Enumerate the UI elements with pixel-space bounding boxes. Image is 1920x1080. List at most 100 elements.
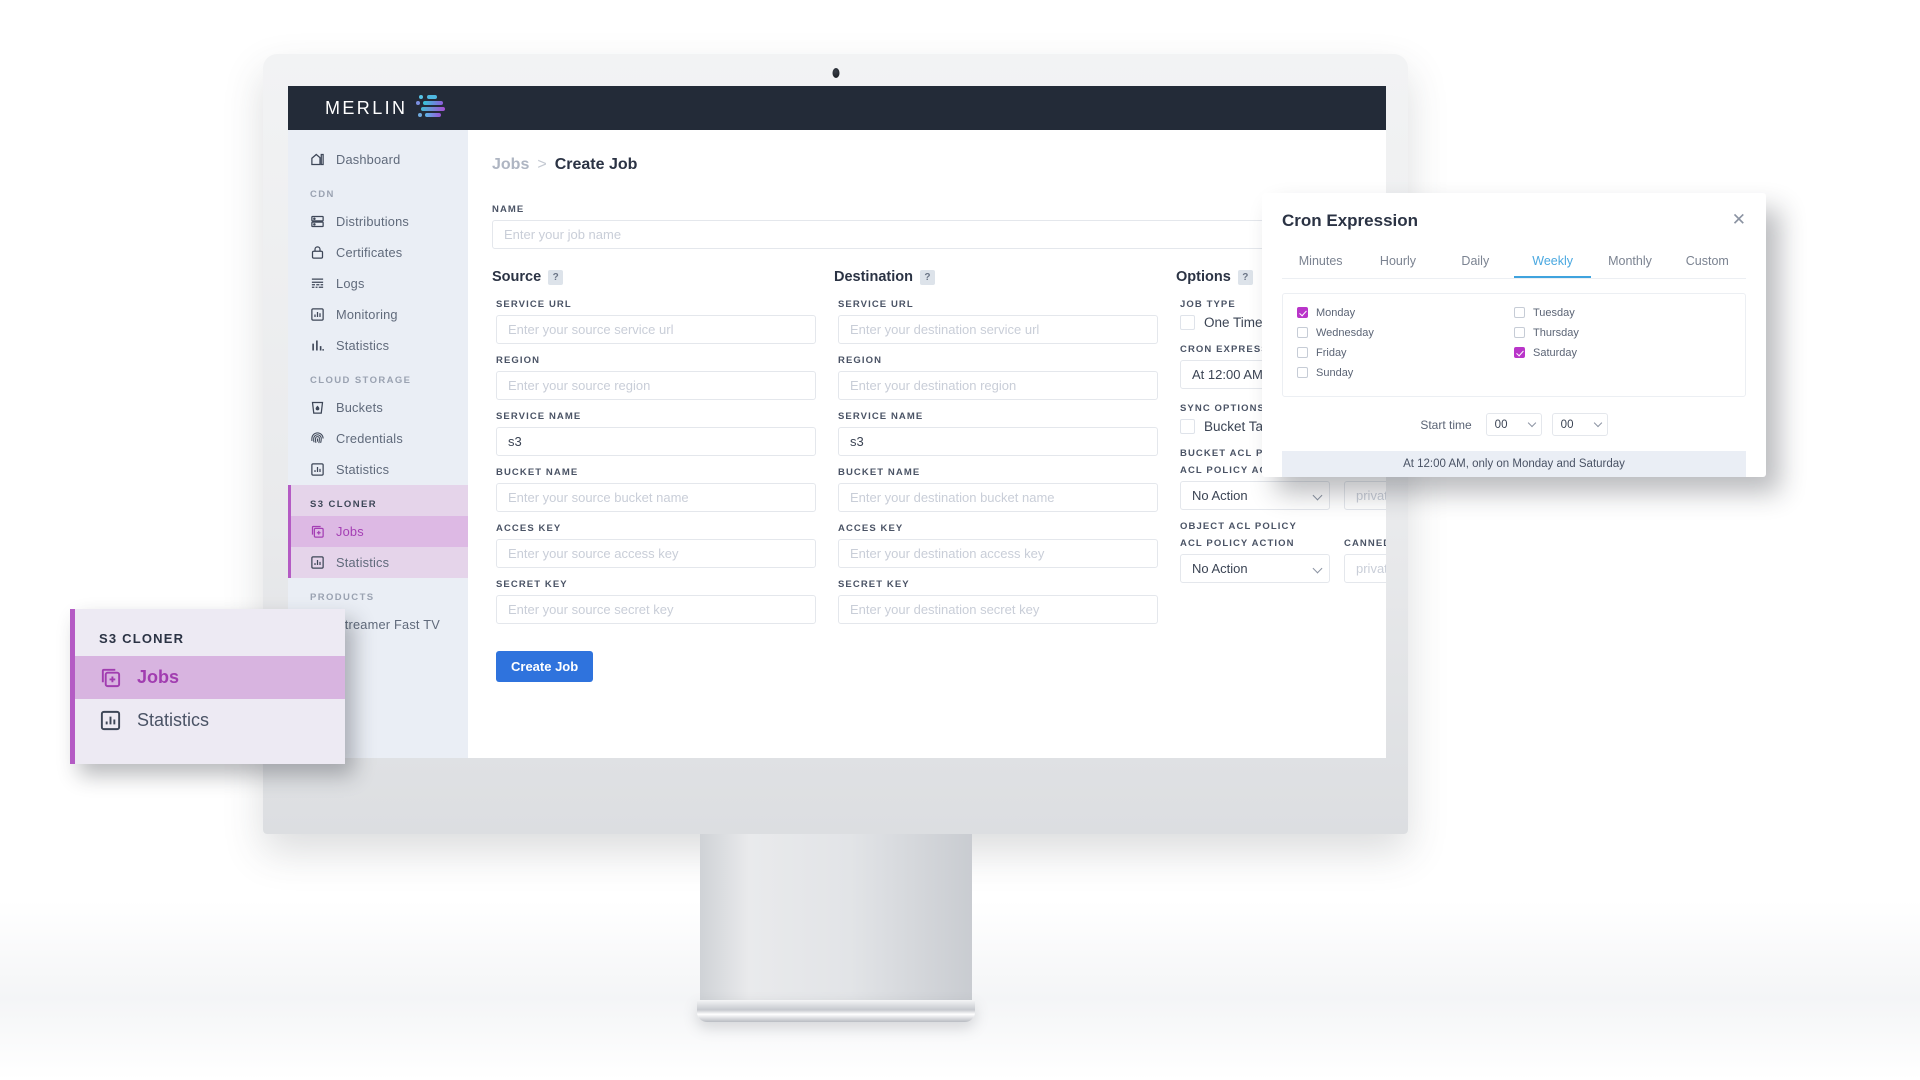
tab-daily[interactable]: Daily <box>1437 249 1514 278</box>
source-bucket-name-input[interactable] <box>496 483 816 512</box>
tab-monthly[interactable]: Monthly <box>1591 249 1668 278</box>
sidebar-item-statistics-storage[interactable]: Statistics <box>288 454 468 485</box>
destination-service-url-input[interactable] <box>838 315 1158 344</box>
chart-box-icon <box>310 462 325 477</box>
sidebar-item-logs[interactable]: Logs <box>288 268 468 299</box>
main-content: Jobs > Create Job NAME Source ? <box>468 130 1386 758</box>
jobs-icon <box>310 524 325 539</box>
one-time-checkbox[interactable] <box>1180 315 1195 330</box>
day-tuesday[interactable]: Tuesday <box>1514 304 1731 321</box>
sidebar-group-title: PRODUCTS <box>310 592 375 603</box>
source-title: Source <box>492 269 542 285</box>
sidebar-item-buckets[interactable]: Buckets <box>288 392 468 423</box>
cron-modal-title: Cron Expression <box>1282 211 1419 230</box>
monday-checkbox[interactable] <box>1297 307 1308 318</box>
bucket-acl-action-select-wrap[interactable]: No Action <box>1180 481 1330 510</box>
saturday-checkbox[interactable] <box>1514 347 1525 358</box>
app-body: Dashboard CDN Distributions Certificates… <box>288 130 1386 758</box>
bucket-canned-acl-input[interactable] <box>1344 481 1386 510</box>
tuesday-checkbox[interactable] <box>1514 307 1525 318</box>
sidebar-group-s3-cloner: S3 CLONER Jobs Statistics <box>288 485 468 578</box>
destination-bucket-name-field: BUCKET NAME <box>834 467 1158 512</box>
sidebar-item-distributions[interactable]: Distributions <box>288 206 468 237</box>
tab-hourly[interactable]: Hourly <box>1359 249 1436 278</box>
minute-select-wrap[interactable]: 00 <box>1551 413 1608 436</box>
source-region-input[interactable] <box>496 371 816 400</box>
thursday-checkbox[interactable] <box>1514 327 1525 338</box>
bucket-tagging-checkbox[interactable] <box>1180 419 1195 434</box>
breadcrumb: Jobs > Create Job <box>492 156 1386 174</box>
tab-minutes[interactable]: Minutes <box>1282 249 1359 278</box>
destination-region-input[interactable] <box>838 371 1158 400</box>
help-icon[interactable]: ? <box>919 269 935 285</box>
destination-secret-key-input[interactable] <box>838 595 1158 624</box>
destination-access-key-input[interactable] <box>838 539 1158 568</box>
sidebar-item-credentials[interactable]: Credentials <box>288 423 468 454</box>
sidebar-item-certificates[interactable]: Certificates <box>288 237 468 268</box>
friday-checkbox[interactable] <box>1297 347 1308 358</box>
help-icon[interactable]: ? <box>1237 269 1253 285</box>
help-icon[interactable]: ? <box>548 269 564 285</box>
sidebar-label: Monitoring <box>336 307 398 322</box>
create-job-button[interactable]: Create Job <box>496 651 594 682</box>
day-thursday[interactable]: Thursday <box>1514 324 1731 341</box>
object-acl-action-select-wrap[interactable]: No Action <box>1180 554 1330 583</box>
options-title: Options <box>1176 269 1231 285</box>
sunday-checkbox[interactable] <box>1297 367 1308 378</box>
sidebar-label: Statistics <box>336 338 390 353</box>
page-title: Create Job <box>554 156 638 173</box>
source-access-key-input[interactable] <box>496 539 816 568</box>
brand-logo[interactable]: MERLIN <box>325 93 447 123</box>
brand-mark-icon <box>411 93 447 123</box>
monitor-stand-neck <box>700 834 972 1016</box>
cron-summary: At 12:00 AM, only on Monday and Saturday <box>1282 451 1746 477</box>
field-label: BUCKET NAME <box>838 467 921 478</box>
field-label: SERVICE URL <box>496 299 572 310</box>
field-label: SERVICE NAME <box>496 411 582 422</box>
day-label: Sunday <box>1316 366 1354 379</box>
sidebar-group-title: CLOUD STORAGE <box>310 375 412 386</box>
screenshot-root: MERLIN Dashboard CDN Distributions Certi… <box>0 0 1920 1080</box>
destination-service-name-input[interactable] <box>838 427 1158 456</box>
day-sunday[interactable]: Sunday <box>1297 364 1514 381</box>
sidebar-item-monitoring[interactable]: Monitoring <box>288 299 468 330</box>
destination-bucket-name-input[interactable] <box>838 483 1158 512</box>
sidebar-item-statistics-cdn[interactable]: Statistics <box>288 330 468 361</box>
day-label: Friday <box>1316 346 1347 359</box>
sidebar-label: Logs <box>336 276 365 291</box>
destination-column: Destination ? SERVICE URL REGION <box>834 269 1158 682</box>
sidebar-label: Credentials <box>336 431 403 446</box>
day-wednesday[interactable]: Wednesday <box>1297 324 1514 341</box>
object-acl-action-select[interactable]: No Action <box>1180 554 1330 583</box>
day-label: Saturday <box>1533 346 1578 359</box>
tab-custom[interactable]: Custom <box>1669 249 1746 278</box>
bucket-acl-action-select[interactable]: No Action <box>1180 481 1330 510</box>
logs-icon <box>310 276 325 291</box>
callout-item-statistics[interactable]: Statistics <box>75 699 345 742</box>
wednesday-checkbox[interactable] <box>1297 327 1308 338</box>
day-friday[interactable]: Friday <box>1297 344 1514 361</box>
close-icon[interactable]: ✕ <box>1732 211 1746 228</box>
breadcrumb-parent[interactable]: Jobs <box>492 156 529 174</box>
sidebar-item-dashboard[interactable]: Dashboard <box>288 144 468 175</box>
field-label: SERVICE NAME <box>838 411 924 422</box>
day-monday[interactable]: Monday <box>1297 304 1514 321</box>
callout-item-jobs[interactable]: Jobs <box>75 656 345 699</box>
webcam-icon <box>832 68 839 78</box>
sidebar-item-jobs[interactable]: Jobs <box>291 516 468 547</box>
day-saturday[interactable]: Saturday <box>1514 344 1731 361</box>
source-service-url-input[interactable] <box>496 315 816 344</box>
destination-secret-key-field: SECRET KEY <box>834 579 1158 624</box>
source-service-name-input[interactable] <box>496 427 816 456</box>
minute-select[interactable]: 00 <box>1551 413 1608 436</box>
object-canned-acl-input[interactable] <box>1344 554 1386 583</box>
source-secret-key-input[interactable] <box>496 595 816 624</box>
job-name-input[interactable] <box>492 220 1386 249</box>
start-time-row: Start time 00 00 <box>1282 413 1746 436</box>
sidebar-item-statistics-s3[interactable]: Statistics <box>291 547 468 578</box>
destination-region-field: REGION <box>834 355 1158 400</box>
hour-select[interactable]: 00 <box>1485 413 1542 436</box>
hour-select-wrap[interactable]: 00 <box>1485 413 1542 436</box>
tab-weekly[interactable]: Weekly <box>1513 249 1592 278</box>
destination-service-name-field: SERVICE NAME <box>834 411 1158 456</box>
